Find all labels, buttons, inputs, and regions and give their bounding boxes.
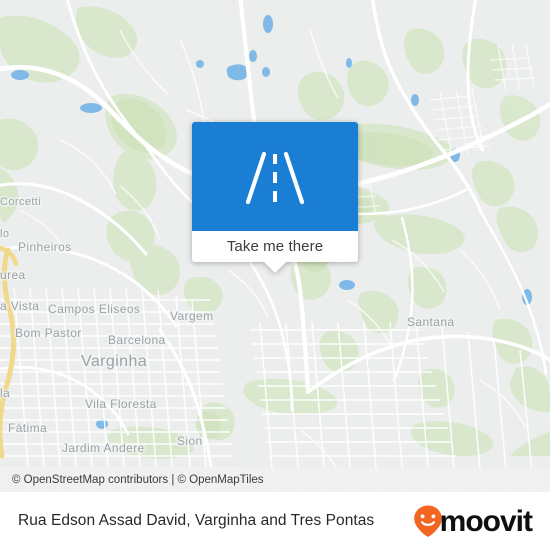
- popup-label: Take me there: [226, 238, 324, 255]
- popup-action-bar[interactable]: Take me there: [192, 231, 358, 273]
- take-me-there-popup[interactable]: Take me there: [192, 122, 358, 273]
- map-canvas[interactable]: Corcetti lo Pinheiros urea a Vista Campo…: [0, 0, 550, 492]
- road-icon: [245, 151, 305, 205]
- map-attribution-bar: © OpenStreetMap contributors | © OpenMap…: [0, 467, 550, 492]
- attribution-text[interactable]: © OpenStreetMap contributors | © OpenMap…: [12, 474, 264, 486]
- moovit-wordmark: moovit: [439, 504, 533, 538]
- moovit-map-page: Corcetti lo Pinheiros urea a Vista Campo…: [0, 0, 550, 550]
- location-title: Rua Edson Assad David, Varginha and Tres…: [18, 512, 375, 529]
- popup-pointer: [264, 262, 286, 273]
- moovit-logo[interactable]: moovit: [412, 504, 533, 538]
- footer-bar: Rua Edson Assad David, Varginha and Tres…: [0, 492, 550, 550]
- popup-icon-panel: [192, 122, 358, 231]
